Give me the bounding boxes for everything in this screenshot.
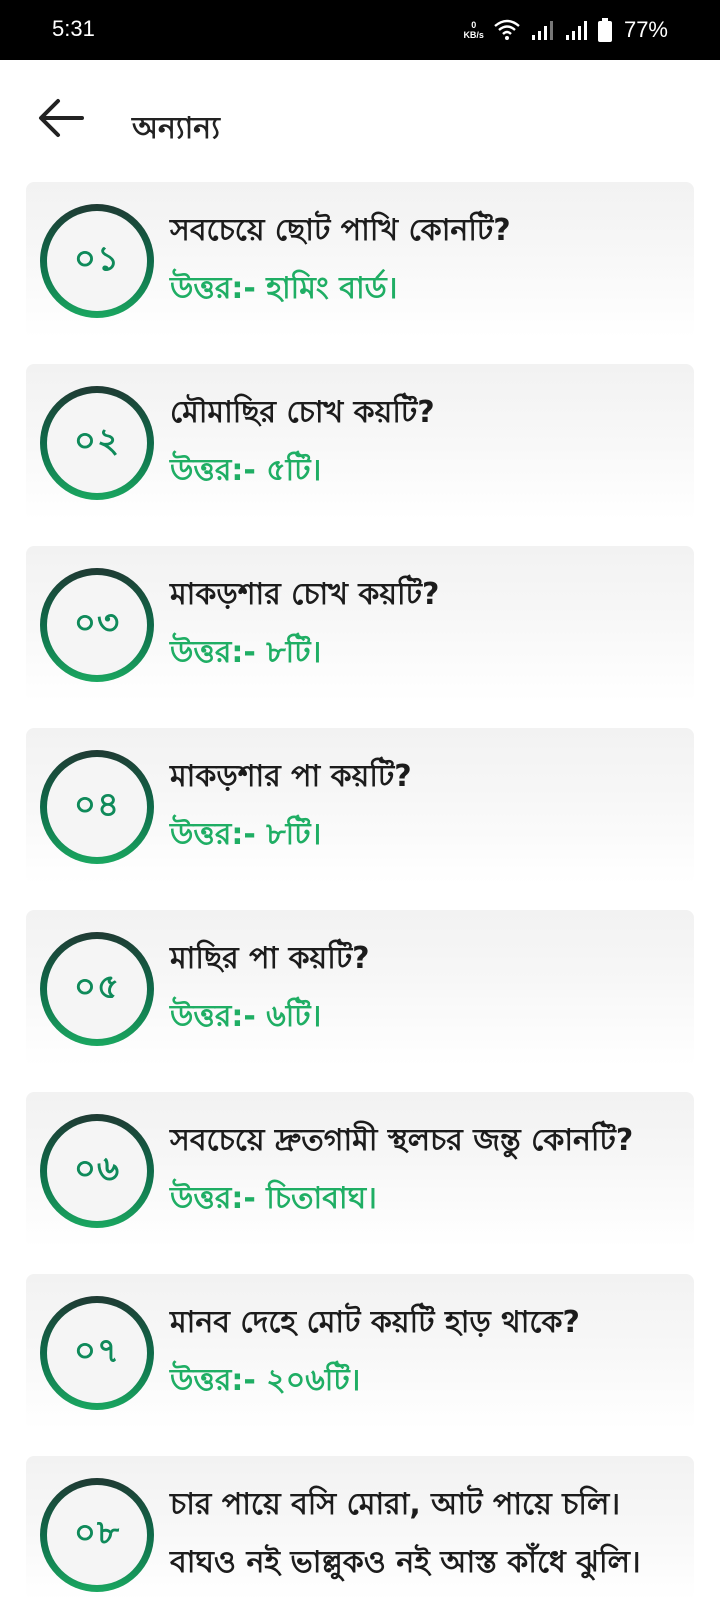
number-badge: ০৩ xyxy=(40,568,154,682)
badge-number: ০৭ xyxy=(73,1330,121,1371)
number-badge: ০৬ xyxy=(40,1114,154,1228)
question-text: সবচেয়ে ছোট পাখি কোনটি? xyxy=(170,213,511,248)
network-speed-value: 0 xyxy=(471,20,477,30)
back-button[interactable] xyxy=(36,96,96,146)
page-title: অন্যান্য xyxy=(132,111,220,146)
badge-number: ০৬ xyxy=(73,1148,121,1189)
arrow-back-icon xyxy=(39,99,84,137)
answer-text: উত্তর:- ৮টি। xyxy=(170,817,322,852)
signal-icon-2 xyxy=(565,21,587,40)
network-speed: 0 KB/s xyxy=(463,20,484,40)
qa-card[interactable]: ০১ সবচেয়ে ছোট পাখি কোনটি? উত্তর:- হামিং… xyxy=(26,182,694,338)
number-badge: ০১ xyxy=(40,204,154,318)
badge-number: ০৮ xyxy=(73,1512,121,1553)
qa-card[interactable]: ০৭ মানব দেহে মোট কয়টি হাড় থাকে? উত্তর:… xyxy=(26,1274,694,1430)
question-text: মৌমাছির চোখ কয়টি? xyxy=(170,395,435,430)
app-bar: অন্যান্য xyxy=(0,60,720,184)
badge-number: ০৪ xyxy=(73,784,121,825)
number-badge: ০২ xyxy=(40,386,154,500)
number-badge: ০৪ xyxy=(40,750,154,864)
question-text: চার পায়ে বসি মোরা, আট পায়ে চলি। xyxy=(170,1487,621,1522)
answer-text: উত্তর:- ৫টি। xyxy=(170,453,322,488)
answer-text: উত্তর:- হামিং বার্ড। xyxy=(170,271,398,306)
status-bar: 5:31 0 KB/s 77% xyxy=(0,0,720,60)
wifi-icon xyxy=(494,19,520,40)
network-speed-unit: KB/s xyxy=(463,30,484,40)
qa-card[interactable]: ০৬ সবচেয়ে দ্রুতগামী স্থলচর জন্তু কোনটি?… xyxy=(26,1092,694,1248)
status-icons: 0 KB/s 77% xyxy=(463,14,668,46)
signal-icon-1 xyxy=(531,21,553,40)
answer-text: উত্তর:- ২০৬টি। xyxy=(170,1363,361,1398)
answer-text: উত্তর:- চিতাবাঘ। xyxy=(170,1181,377,1216)
number-badge: ০৭ xyxy=(40,1296,154,1410)
badge-number: ০১ xyxy=(73,238,121,279)
answer-text: উত্তর:- ৬টি। xyxy=(170,999,322,1034)
question-text-line-2: বাঘও নই ভাল্লুকও নই আস্ত কাঁধে ঝুলি। xyxy=(170,1545,641,1580)
battery-percent: 77% xyxy=(623,17,668,42)
question-text: মাকড়শার পা কয়টি? xyxy=(170,759,412,794)
status-time: 5:31 xyxy=(52,16,95,41)
number-badge: ০৮ xyxy=(40,1478,154,1592)
question-text: মানব দেহে মোট কয়টি হাড় থাকে? xyxy=(170,1305,580,1340)
qa-card[interactable]: ০২ মৌমাছির চোখ কয়টি? উত্তর:- ৫টি। xyxy=(26,364,694,520)
qa-card[interactable]: ০৪ মাকড়শার পা কয়টি? উত্তর:- ৮টি। xyxy=(26,728,694,884)
badge-number: ০৫ xyxy=(73,966,121,1007)
qa-card[interactable]: ০৩ মাকড়শার চোখ কয়টি? উত্তর:- ৮টি। xyxy=(26,546,694,702)
question-text: মাকড়শার চোখ কয়টি? xyxy=(170,577,440,612)
question-text: সবচেয়ে দ্রুতগামী স্থলচর জন্তু কোনটি? xyxy=(170,1123,634,1158)
answer-text: উত্তর:- ৮টি। xyxy=(170,635,322,670)
badge-number: ০২ xyxy=(73,420,121,461)
number-badge: ০৫ xyxy=(40,932,154,1046)
qa-card[interactable]: ০৮ চার পায়ে বসি মোরা, আট পায়ে চলি। বাঘ… xyxy=(26,1456,694,1600)
question-text: মাছির পা কয়টি? xyxy=(170,941,370,976)
qa-card[interactable]: ০৫ মাছির পা কয়টি? উত্তর:- ৬টি। xyxy=(26,910,694,1066)
battery-icon xyxy=(597,18,612,42)
badge-number: ০৩ xyxy=(73,602,121,643)
